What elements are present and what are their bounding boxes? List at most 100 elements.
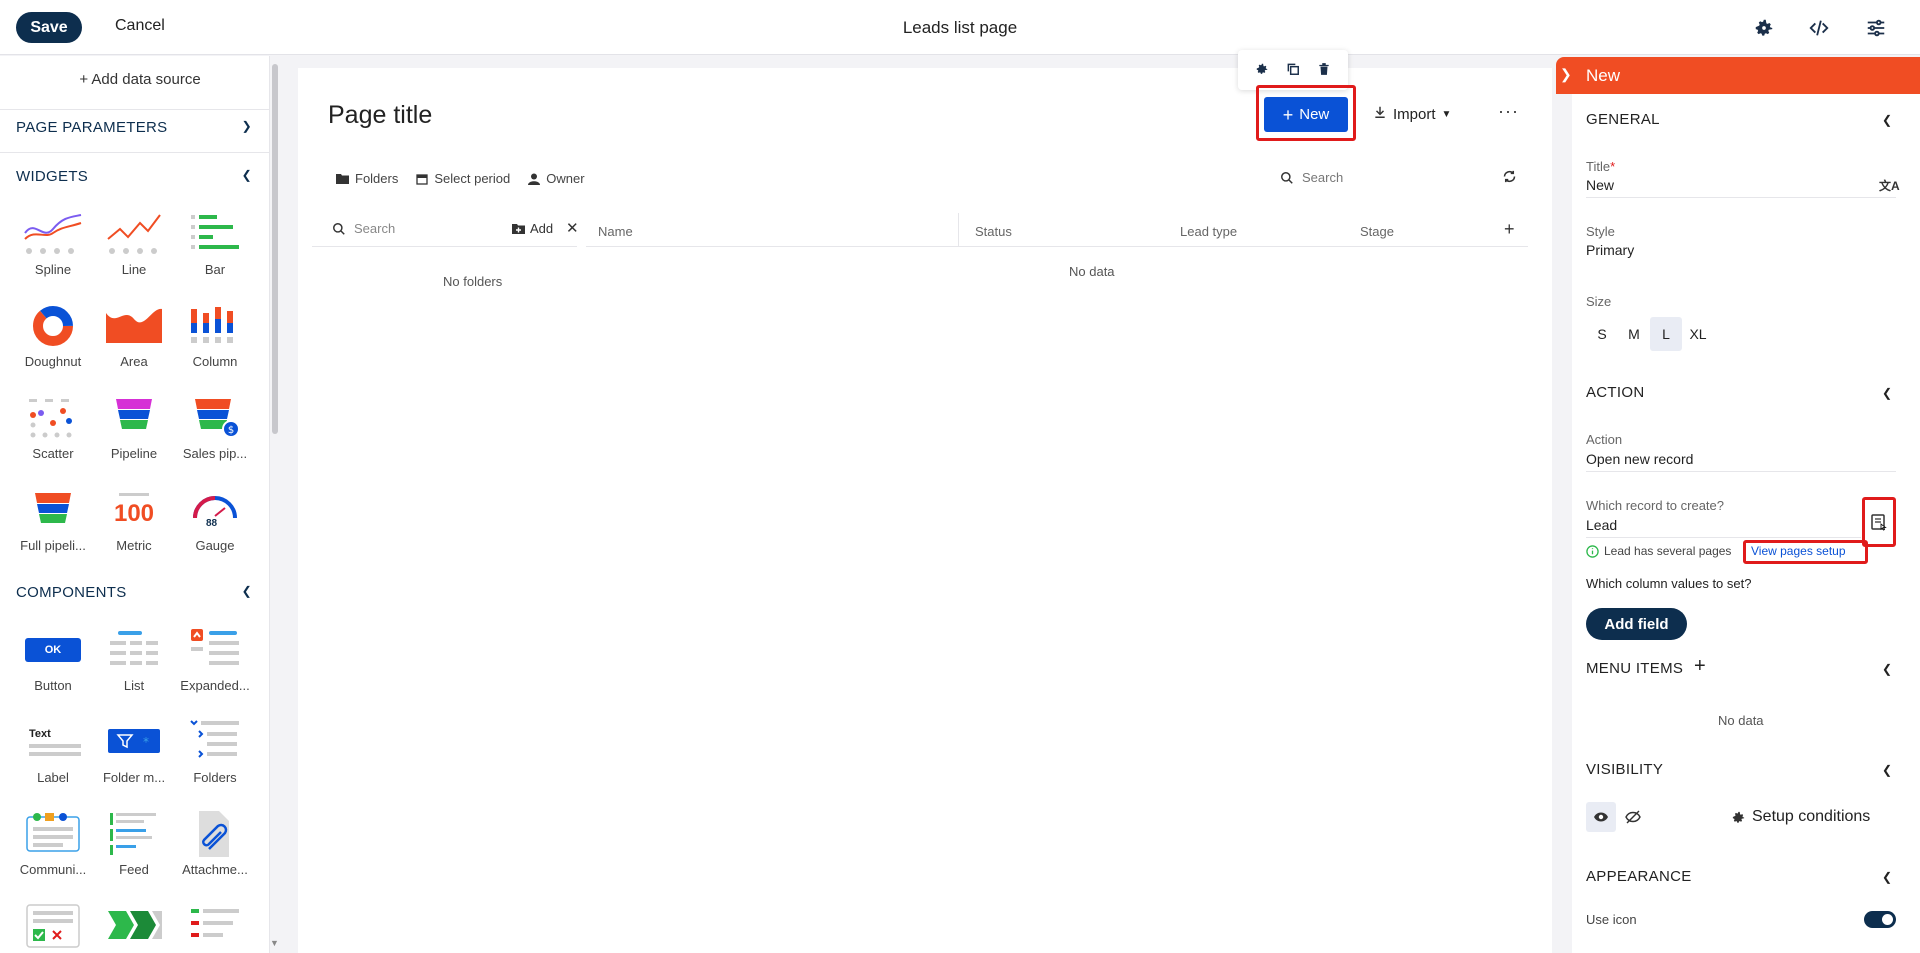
search-icon [1281, 171, 1293, 184]
column-header-lead-type[interactable]: Lead type [1180, 224, 1237, 239]
record-field[interactable]: Lead [1586, 517, 1617, 533]
settings-icon[interactable] [1255, 62, 1269, 79]
owner-filter-label: Owner [546, 171, 585, 186]
save-button[interactable]: Save [16, 12, 82, 43]
more-options-button[interactable]: ··· [1498, 101, 1519, 122]
open-record-page-icon[interactable] [1871, 514, 1887, 535]
add-menu-item-icon[interactable]: + [1694, 655, 1706, 678]
component-progress-bar[interactable] [93, 902, 175, 950]
add-folder-button[interactable]: Add [512, 221, 553, 236]
size-option-m[interactable]: M [1618, 317, 1650, 351]
component-checklist-list[interactable] [174, 902, 256, 950]
scroll-down-arrow-icon[interactable]: ▼ [270, 938, 279, 948]
widget-label: Spline [34, 262, 72, 277]
widget-bar[interactable]: Bar [174, 210, 256, 277]
settings-gear-icon[interactable] [1752, 16, 1776, 40]
component-feed[interactable]: Feed [93, 810, 175, 877]
owner-filter[interactable]: Owner [528, 171, 585, 186]
cancel-button[interactable]: Cancel [115, 17, 165, 35]
column-values-label: Which column values to set? [1586, 576, 1752, 591]
use-icon-toggle[interactable] [1864, 911, 1896, 928]
widget-label: Sales pip... [182, 446, 248, 461]
widgets-header[interactable]: WIDGETS ❮ [16, 168, 252, 185]
chevron-up-icon[interactable]: ❮ [1882, 113, 1892, 127]
new-button[interactable]: + New [1264, 97, 1348, 132]
delete-icon[interactable] [1317, 62, 1331, 79]
menu-items-section-title: MENU ITEMS [1586, 660, 1684, 677]
component-button[interactable]: OK Button [12, 626, 94, 693]
page-title[interactable]: Page title [328, 101, 432, 130]
component-label: Attachme... [182, 862, 248, 877]
canvas-search-input[interactable]: Search [1280, 170, 1343, 185]
divider [0, 109, 269, 110]
folder-search-input[interactable]: Search [332, 221, 395, 236]
hidden-eye-icon[interactable] [1618, 802, 1648, 832]
components-header[interactable]: COMPONENTS ❮ [16, 584, 252, 601]
component-expanded-list[interactable]: Expanded... [174, 626, 256, 693]
chevron-up-icon[interactable]: ❮ [1882, 763, 1892, 777]
component-label-widget[interactable]: Text Label [12, 718, 94, 785]
widget-scatter[interactable]: Scatter [12, 394, 94, 461]
translate-icon[interactable]: 文A [1879, 177, 1900, 194]
view-pages-setup-link[interactable]: View pages setup [1751, 544, 1846, 558]
widget-label: Doughnut [24, 354, 82, 369]
widget-spline[interactable]: Spline [12, 210, 94, 277]
chevron-up-icon[interactable]: ❮ [1882, 662, 1892, 676]
chevron-up-icon[interactable]: ❮ [1882, 386, 1892, 400]
component-label: Feed [119, 862, 149, 877]
collapse-chevron-icon[interactable]: ❯ [1560, 66, 1572, 83]
column-header-status[interactable]: Status [975, 224, 1012, 239]
attachments-icon [185, 810, 245, 858]
widget-column[interactable]: Column [174, 302, 256, 369]
column-header-name[interactable]: Name [598, 224, 633, 239]
size-option-l[interactable]: L [1650, 317, 1682, 351]
refresh-icon[interactable] [1502, 169, 1517, 187]
component-attachments[interactable]: Attachme... [174, 810, 256, 877]
folders-filter[interactable]: Folders [336, 171, 398, 186]
widget-metric[interactable]: 100 Metric [93, 486, 175, 553]
chevron-up-icon[interactable]: ❮ [1882, 870, 1892, 884]
page-canvas: Page title + New Import ▼ ··· Folders Se… [298, 50, 1552, 953]
component-folder-manager[interactable]: * Folder m... [93, 718, 175, 785]
add-column-icon[interactable]: + [1504, 219, 1515, 240]
chevron-down-icon: ❯ [241, 119, 252, 133]
component-list[interactable]: List [93, 626, 175, 693]
column-header-stage[interactable]: Stage [1360, 224, 1394, 239]
page-parameters-header[interactable]: PAGE PARAMETERS ❯ [16, 119, 252, 136]
style-field[interactable]: Primary [1586, 242, 1634, 258]
size-option-xl[interactable]: XL [1682, 317, 1714, 351]
close-icon[interactable]: ✕ [566, 219, 579, 237]
left-panel-scrollbar[interactable] [272, 64, 278, 434]
widget-label: Full pipeli... [20, 538, 86, 553]
action-section-title: ACTION [1586, 384, 1645, 401]
title-field[interactable]: New [1586, 177, 1614, 193]
folders-filter-label: Folders [355, 171, 399, 186]
feed-component-icon [104, 810, 164, 858]
widget-full-pipeline[interactable]: Full pipeli... [12, 486, 94, 553]
component-folders[interactable]: Folders [174, 718, 256, 785]
widget-pipeline[interactable]: Pipeline [93, 394, 175, 461]
components-title: COMPONENTS [16, 584, 127, 601]
widget-sales-pipeline[interactable]: $ Sales pip... [174, 394, 256, 461]
setup-conditions-button[interactable]: Setup conditions [1731, 808, 1870, 826]
add-field-button[interactable]: Add field [1586, 608, 1687, 640]
visible-eye-icon[interactable] [1586, 802, 1616, 832]
widget-line[interactable]: Line [93, 210, 175, 277]
component-checklist[interactable] [12, 902, 94, 950]
sliders-icon[interactable] [1864, 16, 1888, 40]
component-communication[interactable]: Communi... [12, 810, 94, 877]
line-chart-icon [104, 210, 164, 258]
period-filter[interactable]: Select period [416, 171, 510, 186]
size-option-s[interactable]: S [1586, 317, 1618, 351]
import-button[interactable]: Import ▼ [1373, 105, 1451, 123]
widget-doughnut[interactable]: Doughnut [12, 302, 94, 369]
approval-component-icon [23, 902, 83, 950]
left-panel: + Add data source PAGE PARAMETERS ❯ WIDG… [0, 56, 270, 953]
add-data-source-button[interactable]: + Add data source [0, 71, 269, 88]
action-field[interactable]: Open new record [1586, 451, 1693, 467]
widget-gauge[interactable]: 88 Gauge [174, 486, 256, 553]
style-field-label: Style [1586, 224, 1615, 239]
widget-area[interactable]: Area [93, 302, 175, 369]
copy-icon[interactable] [1286, 62, 1300, 79]
code-icon[interactable] [1807, 16, 1831, 40]
